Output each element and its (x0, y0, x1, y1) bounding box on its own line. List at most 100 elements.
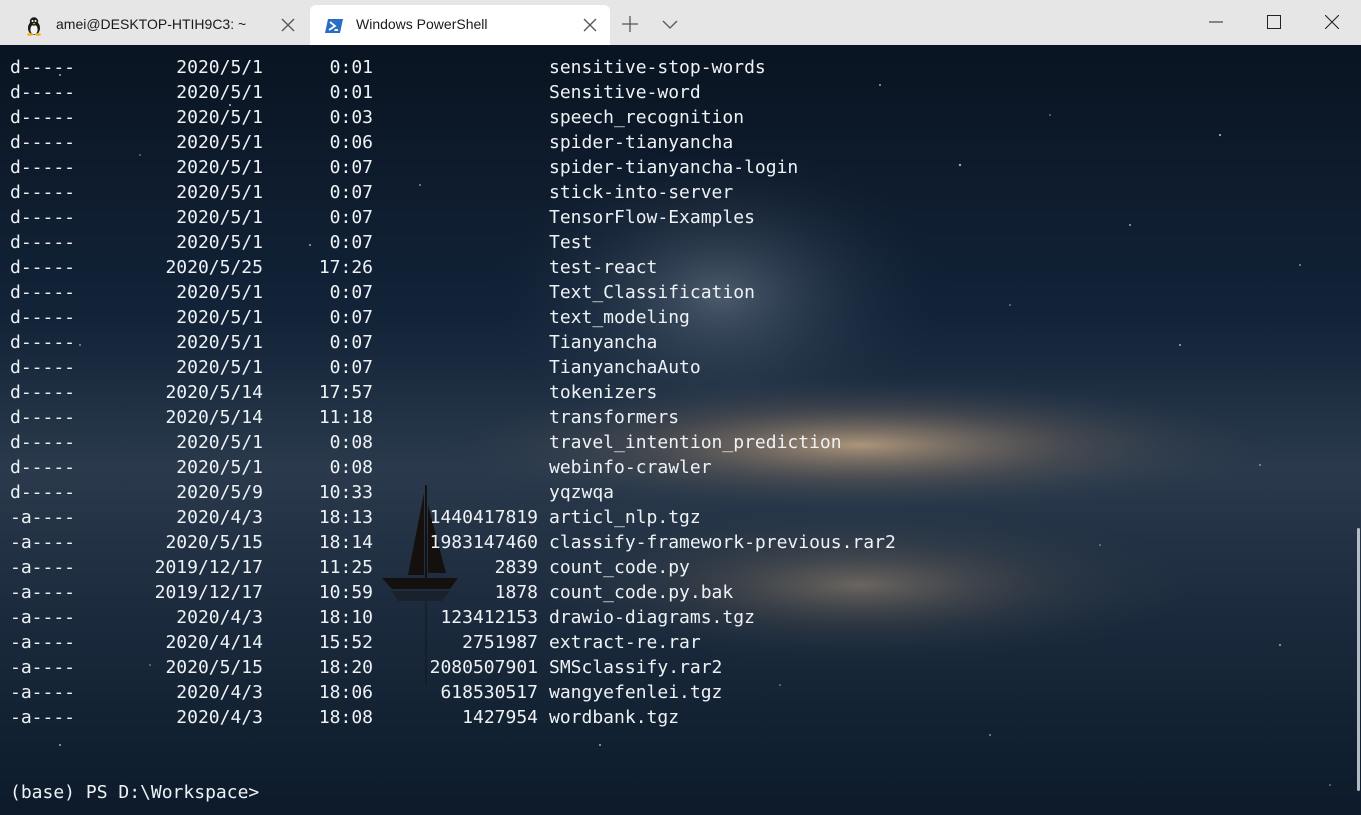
listing-row: d----- 2020/5/1 0:07 Tianyancha (0, 330, 1350, 355)
entry-time: 0:07 (329, 232, 373, 253)
entry-mode: d----- (10, 57, 76, 78)
entry-mode: d----- (10, 132, 76, 153)
tab-title: Windows PowerShell (356, 16, 488, 32)
entry-name: wordbank.tgz (549, 707, 680, 728)
close-window-button[interactable] (1303, 0, 1361, 45)
close-icon[interactable] (582, 17, 598, 33)
entry-name: Test (549, 232, 593, 253)
entry-time: 11:18 (318, 407, 373, 428)
scrollbar-thumb[interactable] (1357, 528, 1360, 791)
entry-name: drawio-diagrams.tgz (549, 607, 755, 628)
entry-time: 17:57 (318, 382, 373, 403)
entry-date: 2020/5/1 (176, 182, 263, 203)
listing-row: d----- 2020/5/14 11:18 transformers (0, 405, 1350, 430)
listing-row: d----- 2020/5/1 0:01 Sensitive-word (0, 80, 1350, 105)
entry-name: yqzwqa (549, 482, 615, 503)
listing-row: d----- 2020/5/1 0:07 TianyanchaAuto (0, 355, 1350, 380)
entry-date: 2019/12/17 (154, 582, 263, 603)
listing-row: d----- 2020/5/1 0:07 stick-into-server (0, 180, 1350, 205)
entry-date: 2020/5/1 (176, 82, 263, 103)
entry-date: 2020/4/3 (176, 507, 263, 528)
entry-time: 18:06 (318, 682, 373, 703)
entry-time: 0:07 (329, 182, 373, 203)
entry-mode: d----- (10, 432, 76, 453)
scrollbar[interactable] (1353, 45, 1361, 815)
entry-name: extract-re.rar (549, 632, 701, 653)
entry-time: 18:14 (318, 532, 373, 553)
listing-row: -a---- 2020/5/15 18:14 1983147460 classify-f… (0, 530, 1350, 555)
entry-mode: d----- (10, 182, 76, 203)
entry-length: 1427954 (462, 707, 538, 728)
listing-row: -a---- 2020/4/3 18:06 618530517 wangyefenlei… (0, 680, 1350, 705)
entry-time: 15:52 (318, 632, 373, 653)
listing-row: d----- 2020/5/1 0:07 text_modeling (0, 305, 1350, 330)
entry-date: 2020/4/3 (176, 607, 263, 628)
entry-time: 10:59 (318, 582, 373, 603)
listing-row: d----- 2020/5/1 0:08 travel_intention_predi… (0, 430, 1350, 455)
listing-row: d----- 2020/5/14 17:57 tokenizers (0, 380, 1350, 405)
entry-time: 18:08 (318, 707, 373, 728)
entry-length: 1440417819 (429, 507, 538, 528)
entry-date: 2020/5/25 (165, 257, 263, 278)
entry-mode: d----- (10, 457, 76, 478)
entry-date: 2020/5/15 (165, 657, 263, 678)
minimize-icon (1209, 21, 1223, 23)
entry-name: count_code.py.bak (549, 582, 734, 603)
entry-mode: -a---- (10, 657, 76, 678)
listing-row: d----- 2020/5/1 0:03 speech_recognition (0, 105, 1350, 130)
listing-row: d----- 2020/5/1 0:07 Text_Classification (0, 280, 1350, 305)
entry-length: 123412153 (440, 607, 538, 628)
maximize-button[interactable] (1245, 0, 1303, 45)
entry-date: 2020/5/1 (176, 307, 263, 328)
entry-date: 2020/5/1 (176, 157, 263, 178)
entry-date: 2020/4/3 (176, 682, 263, 703)
tab-wsl[interactable]: amei@DESKTOP-HTIH9C3: ~ (10, 5, 308, 45)
entry-date: 2020/5/1 (176, 132, 263, 153)
terminal-pane[interactable]: d----- 2020/5/1 0:01 sensitive-stop-words d-… (0, 45, 1361, 815)
entry-date: 2020/5/1 (176, 457, 263, 478)
entry-name: sensitive-stop-words (549, 57, 766, 78)
listing-row: d----- 2020/5/1 0:06 spider-tianyancha (0, 130, 1350, 155)
minimize-button[interactable] (1187, 0, 1245, 45)
entry-time: 0:07 (329, 157, 373, 178)
entry-date: 2020/5/9 (176, 482, 263, 503)
entry-mode: d----- (10, 82, 76, 103)
entry-mode: d----- (10, 257, 76, 278)
entry-time: 0:07 (329, 282, 373, 303)
entry-name: spider-tianyancha (549, 132, 734, 153)
listing-row: -a---- 2019/12/17 10:59 1878 count_code.py.b… (0, 580, 1350, 605)
command-prompt[interactable]: (base) PS D:\Workspace> (10, 780, 259, 805)
entry-mode: d----- (10, 382, 76, 403)
listing-row: d----- 2020/5/1 0:07 Test (0, 230, 1350, 255)
chevron-down-icon[interactable] (662, 17, 678, 31)
entry-mode: -a---- (10, 607, 76, 628)
entry-name: travel_intention_prediction (549, 432, 842, 453)
listing-row: d----- 2020/5/1 0:07 TensorFlow-Examples (0, 205, 1350, 230)
entry-date: 2020/5/1 (176, 207, 263, 228)
entry-name: classify-framework-previous.rar2 (549, 532, 896, 553)
tab-powershell[interactable]: Windows PowerShell (310, 5, 610, 45)
entry-mode: d----- (10, 307, 76, 328)
entry-mode: -a---- (10, 532, 76, 553)
entry-name: Tianyancha (549, 332, 658, 353)
new-tab-plus-icon[interactable] (620, 14, 640, 34)
entry-length: 2080507901 (429, 657, 538, 678)
listing-row: -a---- 2020/5/15 18:20 2080507901 SMSclassif… (0, 655, 1350, 680)
entry-date: 2020/5/1 (176, 107, 263, 128)
entry-time: 0:08 (329, 432, 373, 453)
entry-name: Text_Classification (549, 282, 755, 303)
entry-date: 2020/5/1 (176, 432, 263, 453)
entry-name: tokenizers (549, 382, 658, 403)
maximize-icon (1267, 15, 1281, 29)
entry-date: 2020/5/14 (165, 382, 263, 403)
entry-time: 18:13 (318, 507, 373, 528)
entry-date: 2020/5/1 (176, 57, 263, 78)
entry-length: 2751987 (462, 632, 538, 653)
entry-time: 0:07 (329, 207, 373, 228)
close-icon[interactable] (280, 17, 296, 33)
listing-row: -a---- 2020/4/3 18:08 1427954 wordbank.tgz (0, 705, 1350, 730)
entry-name: count_code.py (549, 557, 690, 578)
entry-time: 0:07 (329, 307, 373, 328)
entry-date: 2020/4/3 (176, 707, 263, 728)
listing-row: -a---- 2020/4/3 18:13 1440417819 articl_nlp.… (0, 505, 1350, 530)
